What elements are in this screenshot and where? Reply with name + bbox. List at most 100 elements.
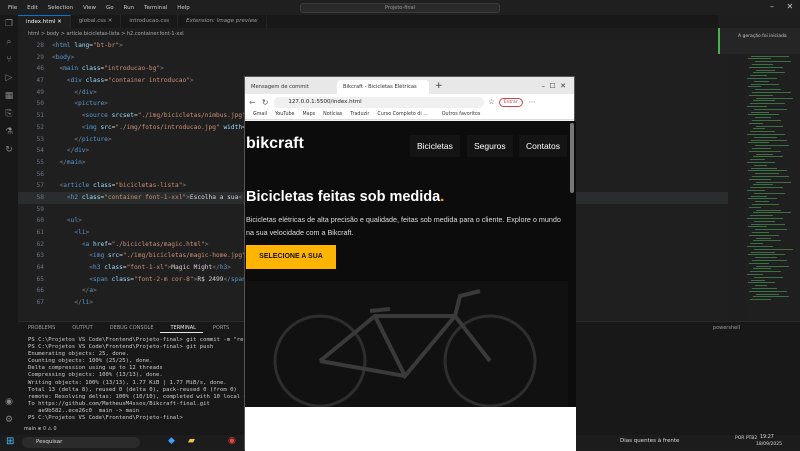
- clock-time[interactable]: 19:27: [760, 435, 774, 440]
- file-explorer-icon[interactable]: ▰: [188, 436, 195, 446]
- fav-noticias[interactable]: Notícias: [323, 112, 342, 117]
- more-options-icon[interactable]: ⋯: [529, 98, 536, 106]
- code-text[interactable]: <ul>: [52, 215, 82, 227]
- nav-bicicletas[interactable]: Bicicletas: [410, 135, 460, 157]
- tab-global-css[interactable]: global.css ✕: [71, 15, 122, 28]
- fav-gmail[interactable]: Gmail: [253, 112, 267, 117]
- browser-tab-bikcraft[interactable]: Bikcraft - Bicicletas Elétricas: [337, 80, 429, 94]
- accounts-icon[interactable]: ◉: [0, 393, 18, 411]
- code-text[interactable]: <span class="font-2-m cor-8">R$ 2499</sp…: [52, 274, 246, 286]
- select-yours-button[interactable]: SELECIONE A SUA: [246, 245, 336, 269]
- close-icon[interactable]: ✕: [108, 18, 113, 24]
- code-line[interactable]: 29 <body>: [18, 52, 728, 64]
- new-tab-icon[interactable]: +: [435, 81, 443, 91]
- close-icon[interactable]: ✕: [57, 19, 62, 25]
- url-field[interactable]: 127.0.0.1:5500/index.html: [274, 96, 485, 108]
- menu-file[interactable]: File: [8, 5, 17, 11]
- keyboard-language[interactable]: POR PTB2: [735, 435, 757, 442]
- menu-help[interactable]: Help: [177, 5, 190, 11]
- tab-index-html[interactable]: index.html ✕: [18, 15, 71, 28]
- tab-terminal[interactable]: TERMINAL: [160, 322, 203, 333]
- tab-output[interactable]: OUTPUT: [62, 322, 99, 333]
- code-text[interactable]: <article class="bicicletas-lista">: [52, 180, 186, 192]
- copilot-notification[interactable]: A geração foi iniciada: [718, 28, 800, 54]
- tab-debug-console[interactable]: DEBUG CONSOLE: [100, 322, 161, 333]
- extensions-icon[interactable]: ▦: [0, 87, 18, 105]
- source-control-icon[interactable]: ⑂: [0, 51, 18, 69]
- scrollbar-thumb[interactable]: [570, 123, 574, 193]
- explorer-icon[interactable]: ❐: [0, 15, 18, 33]
- favorites-bar: Gmail YouTube Maps Notícias Traduzir Cur…: [245, 110, 574, 120]
- close-icon[interactable]: ✕: [787, 2, 794, 11]
- code-text[interactable]: </main>: [52, 157, 85, 169]
- clock-date[interactable]: 18/09/2025: [756, 442, 782, 447]
- taskbar-search[interactable]: Pesquisar: [22, 437, 140, 448]
- menu-view[interactable]: View: [83, 5, 96, 11]
- code-text[interactable]: <h3 class="font-1-xl">Magic Might</h3>: [52, 262, 231, 274]
- code-text[interactable]: </picture>: [52, 134, 111, 146]
- code-text[interactable]: </li>: [52, 297, 93, 309]
- nav-seguros[interactable]: Seguros: [467, 135, 513, 157]
- code-text[interactable]: <source srcset="./img/bicicletas/nimbus.…: [52, 110, 246, 122]
- code-text[interactable]: <img src="./img/fotos/introducao.jpg" wi…: [52, 122, 246, 134]
- tab-ports[interactable]: PORTS: [203, 322, 236, 333]
- refresh-icon[interactable]: ↻: [262, 98, 269, 107]
- code-text[interactable]: </div>: [52, 145, 89, 157]
- code-text[interactable]: <img src="./img/bicicletas/magic-home.jp…: [52, 250, 246, 262]
- run-debug-icon[interactable]: ▷: [0, 69, 18, 87]
- fav-other[interactable]: Outros favoritos: [442, 112, 481, 117]
- tab-introducao-css[interactable]: introducao.css: [121, 15, 179, 28]
- terminal-label[interactable]: powershell: [703, 322, 800, 333]
- weather-label[interactable]: Dias quentes à frente: [620, 438, 679, 444]
- remote-icon[interactable]: ⎘: [0, 105, 18, 123]
- minimap-line: [752, 232, 769, 233]
- tab-problems[interactable]: PROBLEMS: [18, 322, 62, 333]
- code-text[interactable]: <body>: [52, 52, 74, 64]
- fav-youtube[interactable]: YouTube: [275, 112, 295, 117]
- live-share-icon[interactable]: ↻: [0, 141, 18, 159]
- minimap-line: [751, 83, 779, 85]
- code-text[interactable]: <html lang="bt-br">: [52, 40, 123, 52]
- code-text[interactable]: <h2 class="container font-1-xxl">Escolha…: [52, 192, 242, 204]
- code-text[interactable]: </div>: [52, 87, 96, 99]
- code-text[interactable]: <div class="container introducao">: [52, 75, 194, 87]
- sign-in-button[interactable]: Entrar: [498, 97, 523, 107]
- menu-edit[interactable]: Edit: [27, 5, 38, 11]
- command-center[interactable]: Projeto-final: [300, 3, 500, 13]
- browser-window-controls[interactable]: – ☐ ✕: [541, 82, 566, 90]
- line-number: 49: [36, 88, 44, 96]
- search-icon[interactable]: ⌕: [0, 33, 18, 51]
- tab-image-preview[interactable]: Extension: Image preview: [178, 15, 267, 28]
- fav-traduzir[interactable]: Traduzir: [350, 112, 369, 117]
- minimize-icon[interactable]: –: [770, 2, 774, 11]
- site-logo[interactable]: bikcraft: [246, 135, 304, 153]
- code-line[interactable]: 46 <main class="introducao-bg">: [18, 63, 728, 75]
- menu-run[interactable]: Run: [124, 5, 135, 11]
- menu-terminal[interactable]: Terminal: [144, 5, 167, 11]
- status-left[interactable]: main ⊗ 0 ⚠ 0: [24, 427, 57, 432]
- browser-tab-commit[interactable]: Mensagem de commit: [245, 80, 337, 94]
- back-icon[interactable]: ←: [249, 98, 256, 107]
- vscode-taskbar-icon[interactable]: ◆: [168, 436, 175, 446]
- menu-go[interactable]: Go: [106, 5, 114, 11]
- menu-selection[interactable]: Selection: [48, 5, 73, 11]
- code-text[interactable]: <picture>: [52, 98, 108, 110]
- code-text[interactable]: <main class="introducao-bg">: [52, 63, 163, 75]
- breadcrumb[interactable]: html > body > article.bicicletas-lista >…: [18, 29, 718, 39]
- minimap[interactable]: [745, 40, 800, 320]
- favorite-star-icon[interactable]: ☆: [488, 98, 494, 106]
- nav-contatos[interactable]: Contatos: [519, 135, 568, 157]
- code-text[interactable]: <li>: [52, 227, 89, 239]
- code-text[interactable]: <a href="./bicicletas/magic.html">: [52, 239, 209, 251]
- windows-start-icon[interactable]: ⊞: [6, 436, 14, 447]
- minimap-line: [756, 293, 779, 295]
- testing-icon[interactable]: ⚗: [0, 123, 18, 141]
- minimap-line: [752, 64, 773, 65]
- code-text[interactable]: </a>: [52, 285, 97, 297]
- minimap-line: [750, 243, 763, 245]
- chrome-icon[interactable]: ◉: [228, 436, 236, 446]
- fav-curso[interactable]: Curso Completo di ...: [377, 112, 427, 117]
- code-line[interactable]: 28 <html lang="bt-br">: [18, 40, 728, 52]
- fav-maps[interactable]: Maps: [303, 112, 316, 117]
- minimap-line: [749, 206, 761, 208]
